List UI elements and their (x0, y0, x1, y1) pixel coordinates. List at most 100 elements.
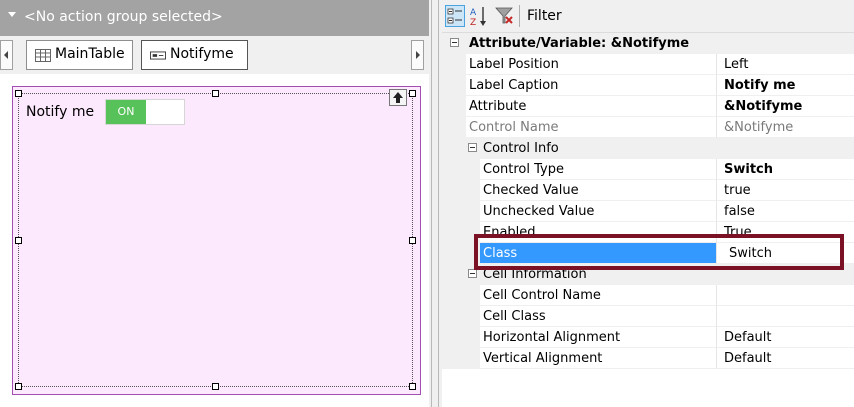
action-group-bar[interactable]: <No action group selected> (0, 0, 429, 36)
resize-handle-sw[interactable] (15, 383, 22, 390)
resize-handle-s[interactable] (212, 383, 219, 390)
scroll-left-button[interactable] (0, 40, 13, 70)
property-value[interactable]: Left (716, 54, 854, 75)
splitter-line (438, 0, 439, 407)
row-gutter (442, 327, 480, 348)
property-row-label-caption[interactable]: Label Caption Notify me (442, 75, 854, 96)
splitter-line (431, 0, 432, 407)
svg-text:A: A (470, 8, 477, 18)
property-row-cell-control-name[interactable]: Cell Control Name (442, 285, 854, 306)
filter-icon (495, 7, 513, 24)
property-value[interactable]: Switch (716, 243, 854, 264)
tab-label: MainTable (55, 46, 125, 62)
property-name: Cell Class (480, 306, 716, 327)
switch-label: Notify me (26, 104, 95, 120)
property-value[interactable]: &Notifyme (716, 96, 854, 117)
property-row-horizontal-alignment[interactable]: Horizontal Alignment Default (442, 327, 854, 348)
property-row-control-type[interactable]: Control Type Switch (442, 159, 854, 180)
property-row-unchecked-value[interactable]: Unchecked Value false (442, 201, 854, 222)
property-value[interactable]: true (716, 180, 854, 201)
pane-splitter[interactable] (429, 0, 442, 407)
property-value[interactable]: Notify me (716, 75, 854, 96)
property-value[interactable] (716, 285, 854, 306)
row-gutter (442, 117, 466, 138)
toolbar-separator (519, 5, 520, 27)
properties-pane: A Z Filter Attribute/Variable: &Notifyme… (442, 0, 854, 407)
categorized-icon (447, 8, 462, 24)
property-name: Label Position (466, 54, 716, 75)
resize-handle-ne[interactable] (409, 90, 416, 97)
resize-handle-nw[interactable] (15, 90, 22, 97)
resize-handle-se[interactable] (409, 383, 416, 390)
tab-notifyme[interactable]: Notifyme (141, 40, 248, 70)
control-tab-strip: MainTable Notifyme (0, 36, 429, 74)
row-gutter (442, 201, 480, 222)
tab-maintable[interactable]: MainTable (26, 40, 133, 70)
property-row-class[interactable]: Class Switch (442, 243, 854, 264)
row-gutter (442, 54, 466, 75)
action-group-text: <No action group selected> (24, 9, 223, 25)
property-name: Unchecked Value (480, 201, 716, 222)
collapse-icon[interactable] (450, 38, 459, 47)
category-attribute-variable[interactable]: Attribute/Variable: &Notifyme (442, 33, 854, 54)
resize-handle-e[interactable] (409, 237, 416, 244)
row-gutter (442, 306, 480, 327)
property-value[interactable] (716, 306, 854, 327)
property-value[interactable]: Default (716, 348, 854, 369)
chevron-down-icon[interactable] (8, 12, 16, 17)
filter-label[interactable]: Filter (527, 8, 562, 24)
property-value[interactable]: True (716, 222, 854, 243)
switch-on-state: ON (106, 100, 146, 124)
sort-alpha-icon: A Z (470, 7, 486, 28)
row-gutter (442, 222, 480, 243)
property-name: Class (480, 243, 716, 264)
property-value[interactable]: &Notifyme (716, 117, 854, 138)
notify-switch[interactable]: ON (105, 99, 185, 125)
property-name: Cell Control Name (480, 285, 716, 306)
property-row-attribute[interactable]: Attribute &Notifyme (442, 96, 854, 117)
collapse-icon[interactable] (468, 143, 477, 152)
property-row-enabled[interactable]: Enabled True (442, 222, 854, 243)
resize-handle-w[interactable] (15, 237, 22, 244)
tab-label: Notifyme (170, 46, 234, 62)
filter-button[interactable] (494, 5, 514, 27)
property-row-cell-class[interactable]: Cell Class (442, 306, 854, 327)
property-name: Vertical Alignment (480, 348, 716, 369)
category-title: Cell Information (483, 267, 587, 282)
chevron-right-icon (416, 51, 420, 59)
property-name: Control Type (480, 159, 716, 180)
category-cell-information[interactable]: Cell Information (442, 264, 854, 285)
control-icon (150, 51, 166, 60)
row-gutter (442, 75, 466, 96)
property-value[interactable]: Switch (716, 159, 854, 180)
designer-pane: <No action group selected> MainTable Not… (0, 0, 429, 407)
properties-toolbar: A Z Filter (442, 0, 854, 33)
row-gutter (442, 96, 466, 117)
property-row-vertical-alignment[interactable]: Vertical Alignment Default (442, 348, 854, 369)
design-canvas[interactable] (12, 86, 421, 395)
chevron-left-icon (4, 51, 8, 59)
property-name: Horizontal Alignment (480, 327, 716, 348)
arrow-up-icon (393, 92, 403, 103)
collapse-icon[interactable] (468, 269, 477, 278)
row-gutter (442, 285, 480, 306)
category-control-info[interactable]: Control Info (442, 138, 854, 159)
categorized-button[interactable] (445, 5, 465, 27)
resize-handle-n[interactable] (212, 90, 219, 97)
property-row-control-name[interactable]: Control Name &Notifyme (442, 117, 854, 138)
select-parent-button[interactable] (389, 89, 407, 106)
property-row-label-position[interactable]: Label Position Left (442, 54, 854, 75)
property-name: Attribute (466, 96, 716, 117)
row-gutter (442, 243, 480, 264)
row-gutter (442, 348, 480, 369)
property-value[interactable]: Default (716, 327, 854, 348)
svg-text:Z: Z (470, 18, 476, 27)
property-row-checked-value[interactable]: Checked Value true (442, 180, 854, 201)
category-title: Attribute/Variable: &Notifyme (469, 36, 690, 51)
property-name: Control Name (466, 117, 716, 138)
scroll-right-button[interactable] (411, 40, 424, 70)
property-name: Enabled (480, 222, 716, 243)
property-value[interactable]: false (716, 201, 854, 222)
category-title: Control Info (483, 141, 559, 156)
sort-alpha-button[interactable]: A Z (469, 5, 489, 28)
